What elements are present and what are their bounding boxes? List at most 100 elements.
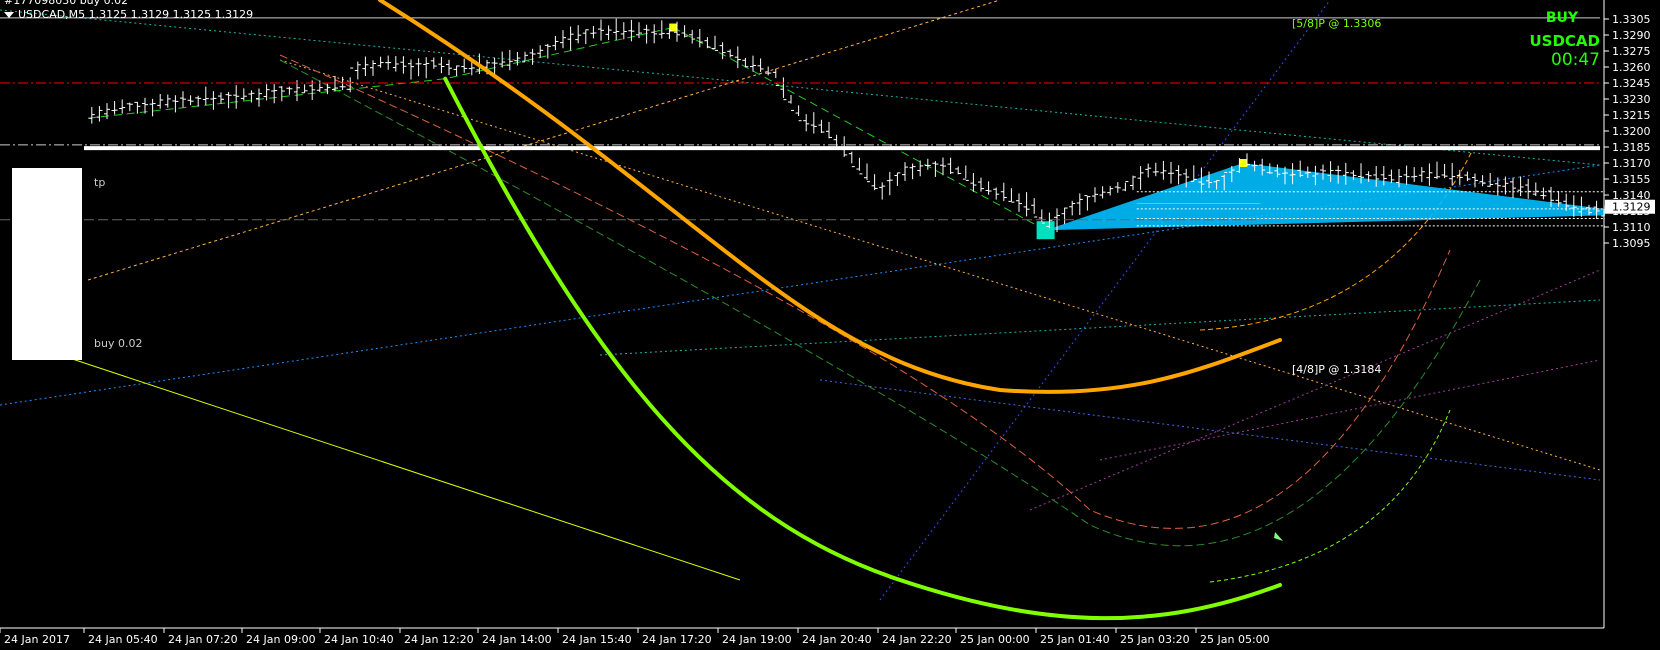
candle: [187, 95, 194, 106]
time-tick-label: 25 Jan 05:00: [1200, 633, 1270, 646]
price-chart[interactable]: 1.3305 1.3290 1.3275 1.3260 1.3245 1.3230 1.32…: [0, 0, 1660, 650]
chart-header: #177098030 buy 0.02 USDCAD,M5 1.3125 1.3…: [4, 0, 253, 21]
candle: [894, 172, 901, 186]
indicator-line: [879, 0, 1331, 601]
candle: [788, 95, 794, 111]
candle: [1076, 193, 1083, 215]
time-tick-label: 24 Jan 19:00: [722, 633, 792, 646]
candle: [856, 157, 863, 175]
candle: [1388, 169, 1395, 184]
indicator-line: [1029, 269, 1601, 511]
candle: [871, 174, 878, 191]
time-tick-label: 24 Jan 2017: [4, 633, 70, 646]
indicator-line: [87, 0, 1001, 281]
candle: [400, 56, 407, 74]
candle: [316, 80, 323, 93]
candle: [590, 25, 597, 39]
orange-arc: [378, 0, 1282, 394]
collapse-triangle-icon[interactable]: [4, 12, 14, 18]
candle: [666, 28, 673, 39]
candle: [1130, 175, 1136, 191]
candle: [1532, 182, 1539, 197]
candle: [134, 101, 141, 114]
time-tick-label: 24 Jan 15:40: [562, 633, 632, 646]
candle: [1145, 163, 1152, 178]
symbol-info: USDCAD,M5 1.3125 1.3129 1.3125 1.3129: [4, 8, 253, 21]
indicator-line: [599, 299, 1601, 356]
candle: [902, 162, 908, 181]
candle: [582, 29, 589, 45]
candle: [757, 58, 764, 72]
time-axis: 24 Jan 2017 24 Jan 05:40 24 Jan 07:20 24 Ja…: [0, 627, 1604, 646]
time-tick-label: 24 Jan 10:40: [324, 633, 394, 646]
candle: [719, 42, 726, 60]
candle: [126, 102, 133, 112]
candle: [149, 98, 156, 117]
indicator-lines: [0, 0, 1601, 601]
candle: [818, 119, 825, 134]
price-tick-label: 1.3200: [1612, 125, 1651, 138]
candle: [658, 20, 665, 39]
candle: [917, 160, 924, 177]
time-tick-label: 25 Jan 01:40: [1040, 633, 1110, 646]
candle: [1479, 175, 1486, 187]
candle: [734, 46, 741, 69]
candle: [370, 60, 376, 76]
candle: [696, 29, 703, 48]
time-tick-label: 25 Jan 03:20: [1120, 633, 1190, 646]
time-tick-label: 24 Jan 17:20: [642, 633, 712, 646]
time-tick-label: 24 Jan 05:40: [88, 633, 158, 646]
candle: [1525, 178, 1532, 199]
candle: [1137, 166, 1144, 190]
candle: [332, 75, 338, 92]
candle: [415, 58, 422, 77]
candle: [780, 77, 787, 101]
candle: [795, 105, 802, 122]
candle: [529, 48, 536, 65]
order-line: #177098030 buy 0.02: [4, 0, 129, 7]
candle: [1069, 200, 1076, 216]
candle: [924, 158, 931, 170]
candle: [301, 84, 308, 94]
candle: [1016, 193, 1022, 212]
candle: [765, 66, 772, 76]
buy-label: buy 0.02: [94, 337, 143, 350]
time-tick-label: 24 Jan 14:00: [482, 633, 552, 646]
candle: [1107, 186, 1114, 196]
price-tick-label: 1.3245: [1612, 77, 1651, 90]
signal-direction: BUY: [1545, 10, 1578, 26]
candle: [453, 65, 460, 76]
candle: [218, 92, 224, 104]
candle: [879, 182, 886, 200]
price-tick-label: 1.3290: [1612, 29, 1651, 42]
time-tick-label: 24 Jan 09:00: [246, 633, 316, 646]
info-panel: [12, 168, 82, 360]
candle: [864, 163, 870, 183]
candle: [962, 165, 969, 181]
candle: [1023, 192, 1030, 217]
candle: [1031, 198, 1038, 218]
candle: [1160, 160, 1167, 180]
candle: [955, 166, 962, 175]
price-tick-label: 1.3305: [1612, 13, 1651, 26]
price-tick-label: 1.3155: [1612, 173, 1651, 186]
candle: [636, 22, 642, 39]
candle: [385, 55, 392, 70]
candle: [1510, 177, 1516, 199]
candle: [202, 86, 209, 106]
time-tick-label: 24 Jan 22:20: [882, 633, 952, 646]
candle: [750, 55, 756, 72]
candle: [1434, 161, 1440, 180]
candle: [1464, 171, 1471, 182]
candle: [172, 95, 179, 113]
candle: [362, 56, 369, 76]
candle: [506, 49, 513, 71]
indicator-line: [0, 9, 1601, 166]
candle: [985, 181, 992, 195]
curve-indicator: [279, 54, 1451, 529]
candle: [1000, 182, 1007, 202]
candle: [947, 157, 954, 175]
candle: [1152, 162, 1159, 177]
candle: [225, 91, 232, 109]
candle: [1092, 187, 1098, 203]
